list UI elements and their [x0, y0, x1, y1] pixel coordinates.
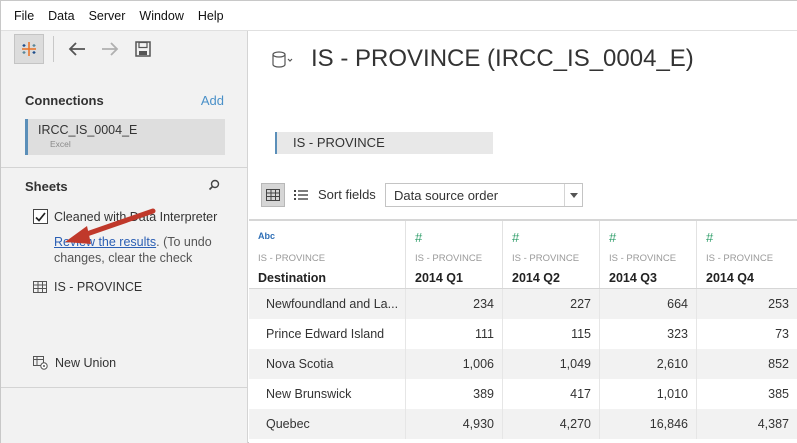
column-name: Destination	[258, 271, 327, 285]
column-name: 2014 Q3	[609, 271, 657, 285]
interpreter-checkbox[interactable]	[33, 209, 48, 224]
table-cell[interactable]: 417	[503, 379, 600, 409]
table-cell[interactable]: 1,006	[406, 349, 503, 379]
table-cell[interactable]: 253	[697, 289, 797, 319]
sort-fields-select[interactable]: Data source order	[385, 183, 583, 207]
page-title[interactable]: IS - PROVINCE (IRCC_IS_0004_E)	[311, 45, 694, 73]
left-pane: Connections Add IRCC_IS_0004_E Excel She…	[1, 31, 248, 443]
connection-type: Excel	[50, 139, 71, 149]
data-grid: Abc IS - PROVINCE Destination # IS - PRO…	[249, 219, 797, 439]
table-cell[interactable]: Quebec	[249, 409, 406, 439]
column-source: IS - PROVINCE	[609, 253, 677, 264]
chevron-down-icon	[564, 184, 582, 206]
view-toggle	[261, 183, 313, 207]
save-icon[interactable]	[130, 36, 156, 62]
column-name: 2014 Q2	[512, 271, 560, 285]
table-cell[interactable]: Newfoundland and La...	[249, 289, 406, 319]
table-cell[interactable]: Prince Edward Island	[249, 319, 406, 349]
grid-header: Abc IS - PROVINCE Destination # IS - PRO…	[249, 219, 797, 289]
back-arrow-icon[interactable]	[64, 36, 90, 62]
number-type-icon[interactable]: #	[415, 231, 502, 245]
connection-item[interactable]: IRCC_IS_0004_E Excel	[25, 119, 225, 155]
table-cell[interactable]: 4,930	[406, 409, 503, 439]
table-cell[interactable]: 115	[503, 319, 600, 349]
toolbar-divider	[53, 36, 54, 62]
string-type-icon[interactable]: Abc	[258, 231, 405, 245]
sort-fields-value: Data source order	[394, 188, 499, 203]
number-type-icon[interactable]: #	[609, 231, 696, 245]
new-union-label: New Union	[55, 356, 117, 370]
column-header[interactable]: # IS - PROVINCE 2014 Q1	[406, 221, 503, 288]
column-source: IS - PROVINCE	[706, 253, 774, 264]
datasource-icon[interactable]	[271, 51, 297, 69]
menu-bar: File Data Server Window Help	[1, 1, 797, 31]
toolbar	[1, 31, 247, 67]
main-area: IS - PROVINCE (IRCC_IS_0004_E) IS - PROV…	[249, 31, 797, 443]
table-cell[interactable]: 227	[503, 289, 600, 319]
sort-fields-label: Sort fields	[318, 187, 376, 202]
sidebar-divider-bottom	[1, 387, 247, 388]
tableau-logo-icon[interactable]	[14, 34, 44, 64]
add-connection-link[interactable]: Add	[201, 93, 224, 108]
new-union-item[interactable]: New Union	[33, 356, 116, 370]
column-header[interactable]: # IS - PROVINCE 2014 Q3	[600, 221, 697, 288]
table-cell[interactable]: Nova Scotia	[249, 349, 406, 379]
table-cell[interactable]: 664	[600, 289, 697, 319]
table-cell[interactable]: New Brunswick	[249, 379, 406, 409]
table-cell[interactable]: 323	[600, 319, 697, 349]
table-cell[interactable]: 385	[697, 379, 797, 409]
table-cell[interactable]: 16,846	[600, 409, 697, 439]
column-name: 2014 Q4	[706, 271, 754, 285]
search-icon[interactable]	[208, 179, 220, 194]
table-cell[interactable]: 111	[406, 319, 503, 349]
sheet-item[interactable]: IS - PROVINCE	[33, 280, 142, 294]
column-header[interactable]: Abc IS - PROVINCE Destination	[249, 221, 406, 288]
sheet-label: IS - PROVINCE	[54, 280, 143, 294]
sheets-heading: Sheets	[25, 179, 68, 194]
table-cell[interactable]: 234	[406, 289, 503, 319]
table-cell[interactable]: 4,270	[503, 409, 600, 439]
table-row: Quebec 4,930 4,270 16,846 4,387	[249, 409, 797, 439]
connections-heading: Connections	[25, 93, 104, 108]
column-source: IS - PROVINCE	[415, 253, 483, 264]
column-name: 2014 Q1	[415, 271, 463, 285]
table-cell[interactable]: 4,387	[697, 409, 797, 439]
table-row: Prince Edward Island 111 115 323 73	[249, 319, 797, 349]
table-cell[interactable]: 852	[697, 349, 797, 379]
number-type-icon[interactable]: #	[512, 231, 599, 245]
annotation-arrow-icon	[61, 206, 161, 254]
table-cell[interactable]: 1,049	[503, 349, 600, 379]
connection-name: IRCC_IS_0004_E	[38, 123, 138, 137]
forward-arrow-icon[interactable]	[97, 36, 123, 62]
table-row: New Brunswick 389 417 1,010 385	[249, 379, 797, 409]
menu-server[interactable]: Server	[82, 1, 133, 31]
menu-file[interactable]: File	[7, 1, 41, 31]
union-icon	[33, 356, 48, 370]
menu-data[interactable]: Data	[41, 1, 81, 31]
table-cell[interactable]: 1,010	[600, 379, 697, 409]
table-cell[interactable]: 73	[697, 319, 797, 349]
grid-view-icon[interactable]	[261, 183, 285, 207]
table-row: Nova Scotia 1,006 1,049 2,610 852	[249, 349, 797, 379]
table-row: Newfoundland and La... 234 227 664 253	[249, 289, 797, 319]
table-cell[interactable]: 389	[406, 379, 503, 409]
column-source: IS - PROVINCE	[258, 253, 326, 264]
menu-help[interactable]: Help	[191, 1, 231, 31]
column-source: IS - PROVINCE	[512, 253, 580, 264]
table-cell[interactable]: 2,610	[600, 349, 697, 379]
canvas-table-pill[interactable]: IS - PROVINCE	[275, 132, 493, 154]
column-header[interactable]: # IS - PROVINCE 2014 Q2	[503, 221, 600, 288]
number-type-icon[interactable]: #	[706, 231, 797, 245]
menu-window[interactable]: Window	[132, 1, 190, 31]
table-icon	[33, 281, 47, 293]
list-view-icon[interactable]	[289, 183, 313, 207]
column-header[interactable]: # IS - PROVINCE 2014 Q4	[697, 221, 797, 288]
sidebar-divider	[1, 167, 247, 168]
